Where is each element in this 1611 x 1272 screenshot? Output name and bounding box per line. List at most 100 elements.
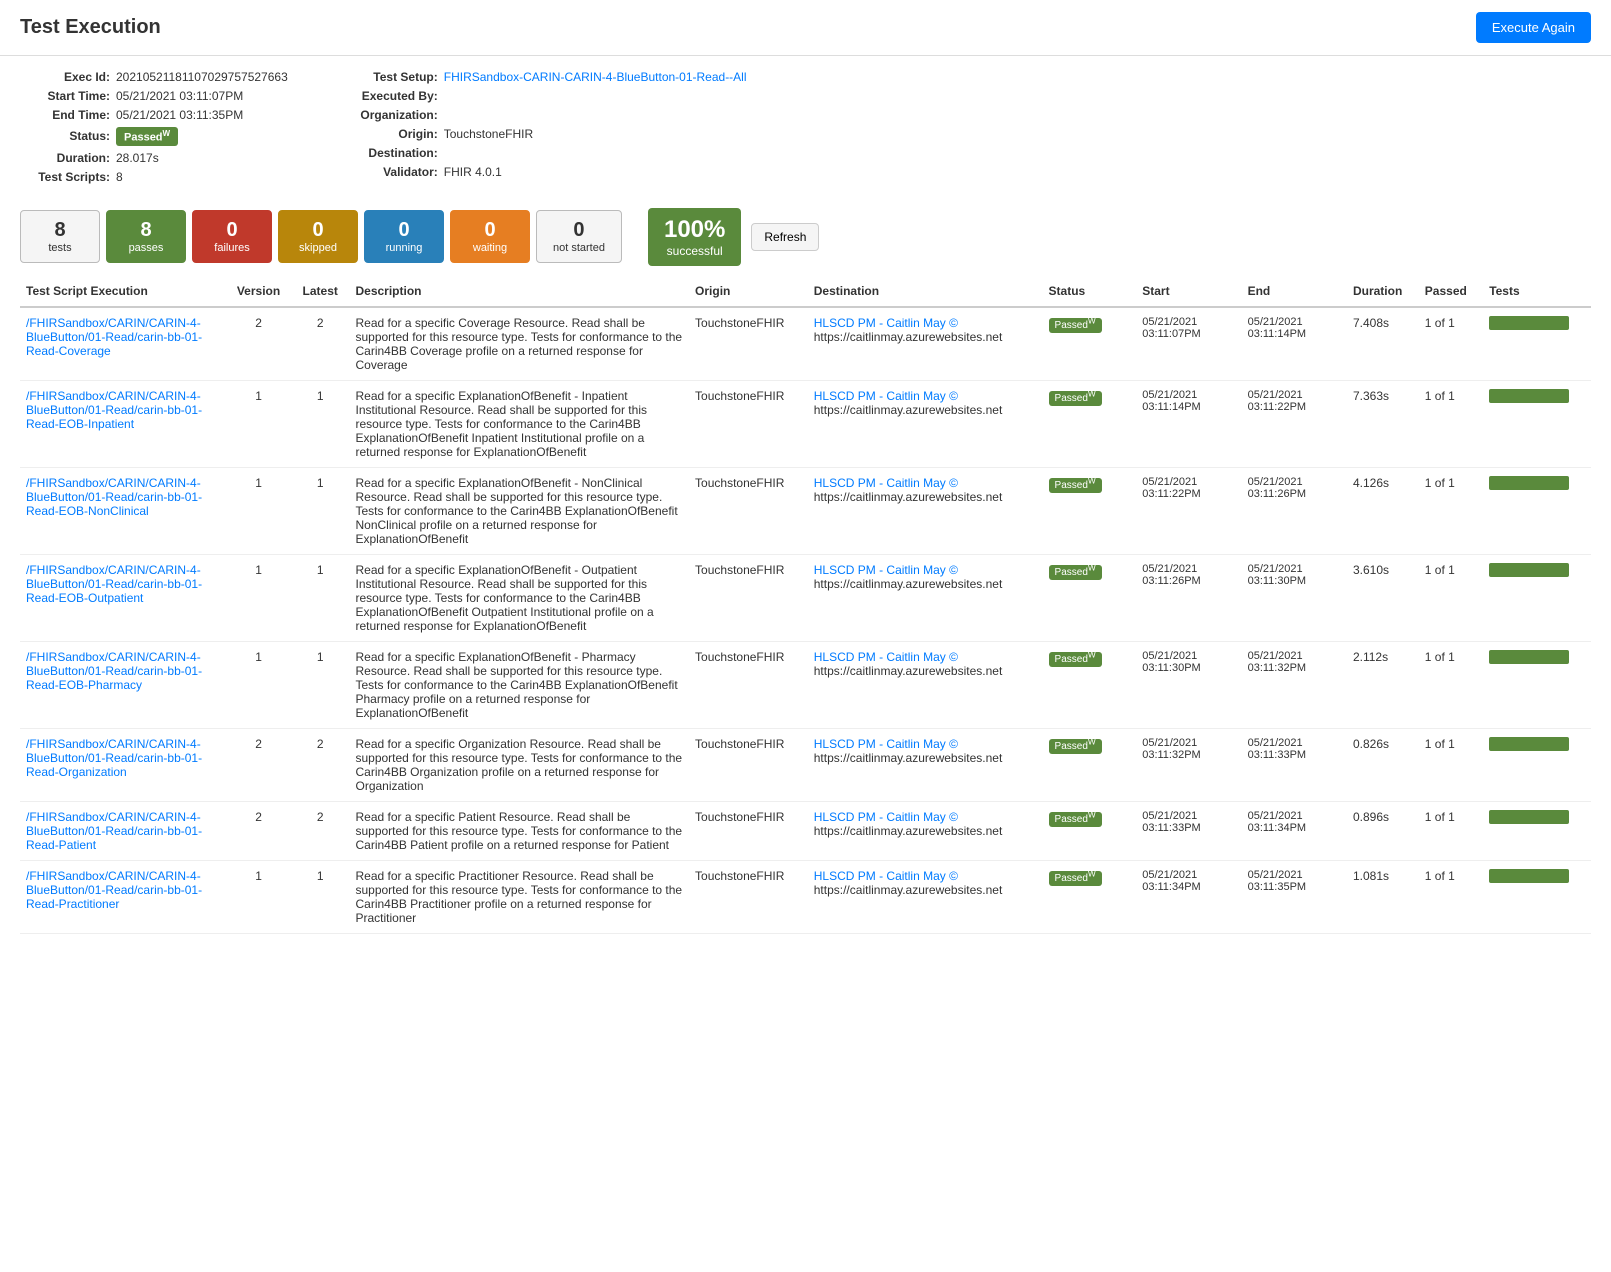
row-status-badge: PassedW <box>1049 652 1102 667</box>
origin-cell: TouchstoneFHIR <box>689 728 808 801</box>
execute-again-button[interactable]: Execute Again <box>1476 12 1591 43</box>
test-setup-row: Test Setup: FHIRSandbox-CARIN-CARIN-4-Bl… <box>348 70 747 84</box>
start-cell: 05/21/202103:11:07PM <box>1136 307 1241 381</box>
skipped-label: skipped <box>299 242 337 254</box>
duration-cell: 7.408s <box>1347 307 1419 381</box>
destination-url: https://caitlinmay.azurewebsites.net <box>814 403 1003 417</box>
status-cell: PassedW <box>1043 801 1137 860</box>
duration-cell: 0.826s <box>1347 728 1419 801</box>
row-status-badge: PassedW <box>1049 391 1102 406</box>
tests-cell <box>1483 307 1591 381</box>
destination-link[interactable]: HLSCD PM - Caitlin May © <box>814 810 958 824</box>
progress-bar-container <box>1489 810 1569 824</box>
destination-link[interactable]: HLSCD PM - Caitlin May © <box>814 389 958 403</box>
version-cell: 2 <box>226 728 291 801</box>
script-link[interactable]: /FHIRSandbox/CARIN/CARIN-4-BlueButton/01… <box>26 737 202 779</box>
destination-url: https://caitlinmay.azurewebsites.net <box>814 883 1003 897</box>
end-cell: 05/21/202103:11:30PM <box>1242 554 1347 641</box>
end-cell: 05/21/202103:11:22PM <box>1242 380 1347 467</box>
destination-url: https://caitlinmay.azurewebsites.net <box>814 751 1003 765</box>
passed-cell: 1 of 1 <box>1419 641 1483 728</box>
start-time-value: 05/21/2021 03:11:07PM <box>116 89 243 103</box>
start-cell: 05/21/202103:11:22PM <box>1136 467 1241 554</box>
description-cell: Read for a specific ExplanationOfBenefit… <box>349 641 689 728</box>
row-status-badge: PassedW <box>1049 478 1102 493</box>
passed-cell: 1 of 1 <box>1419 307 1483 381</box>
start-time-row: Start Time: 05/21/2021 03:11:07PM <box>20 89 288 103</box>
col-header-destination: Destination <box>808 276 1043 307</box>
progress-bar-container <box>1489 737 1569 751</box>
table-row: /FHIRSandbox/CARIN/CARIN-4-BlueButton/01… <box>20 801 1591 860</box>
latest-cell: 2 <box>291 728 350 801</box>
latest-cell: 2 <box>291 801 350 860</box>
origin-cell: TouchstoneFHIR <box>689 380 808 467</box>
destination-link[interactable]: HLSCD PM - Caitlin May © <box>814 650 958 664</box>
stat-waiting: 0 waiting <box>450 210 530 263</box>
meta-left: Exec Id: 20210521181107029757527663 Star… <box>20 70 288 184</box>
version-cell: 1 <box>226 554 291 641</box>
success-box: 100% successful Refresh <box>648 208 819 266</box>
destination-cell: HLSCD PM - Caitlin May © https://caitlin… <box>808 860 1043 933</box>
version-cell: 1 <box>226 380 291 467</box>
validator-value: FHIR 4.0.1 <box>444 165 502 179</box>
destination-cell: HLSCD PM - Caitlin May © https://caitlin… <box>808 380 1043 467</box>
skipped-number: 0 <box>312 219 323 242</box>
version-cell: 1 <box>226 641 291 728</box>
passed-cell: 1 of 1 <box>1419 801 1483 860</box>
test-setup-link[interactable]: FHIRSandbox-CARIN-CARIN-4-BlueButton-01-… <box>444 70 747 84</box>
waiting-label: waiting <box>473 242 507 254</box>
origin-cell: TouchstoneFHIR <box>689 307 808 381</box>
success-pct-value: 100% <box>664 216 725 244</box>
destination-link[interactable]: HLSCD PM - Caitlin May © <box>814 476 958 490</box>
script-link[interactable]: /FHIRSandbox/CARIN/CARIN-4-BlueButton/01… <box>26 316 202 358</box>
stat-not-started: 0 not started <box>536 210 622 263</box>
script-link[interactable]: /FHIRSandbox/CARIN/CARIN-4-BlueButton/01… <box>26 563 202 605</box>
failures-label: failures <box>214 242 249 254</box>
tests-cell <box>1483 801 1591 860</box>
start-cell: 05/21/202103:11:32PM <box>1136 728 1241 801</box>
destination-link[interactable]: HLSCD PM - Caitlin May © <box>814 869 958 883</box>
script-link[interactable]: /FHIRSandbox/CARIN/CARIN-4-BlueButton/01… <box>26 869 202 911</box>
destination-url: https://caitlinmay.azurewebsites.net <box>814 490 1003 504</box>
end-cell: 05/21/202103:11:35PM <box>1242 860 1347 933</box>
origin-cell: TouchstoneFHIR <box>689 860 808 933</box>
script-link[interactable]: /FHIRSandbox/CARIN/CARIN-4-BlueButton/01… <box>26 650 202 692</box>
col-header-tests: Tests <box>1483 276 1591 307</box>
destination-url: https://caitlinmay.azurewebsites.net <box>814 824 1003 838</box>
col-header-origin: Origin <box>689 276 808 307</box>
script-link[interactable]: /FHIRSandbox/CARIN/CARIN-4-BlueButton/01… <box>26 810 202 852</box>
destination-link[interactable]: HLSCD PM - Caitlin May © <box>814 737 958 751</box>
executed-by-label: Executed By: <box>348 89 438 103</box>
script-link[interactable]: /FHIRSandbox/CARIN/CARIN-4-BlueButton/01… <box>26 389 202 431</box>
passed-cell: 1 of 1 <box>1419 380 1483 467</box>
stats-bar: 8 tests 8 passes 0 failures 0 skipped 0 … <box>0 198 1611 276</box>
organization-row: Organization: <box>348 108 747 122</box>
test-scripts-label: Test Scripts: <box>20 170 110 184</box>
description-cell: Read for a specific ExplanationOfBenefit… <box>349 380 689 467</box>
origin-row: Origin: TouchstoneFHIR <box>348 127 747 141</box>
progress-bar-fill <box>1489 810 1569 824</box>
col-header-version: Version <box>226 276 291 307</box>
status-cell: PassedW <box>1043 380 1137 467</box>
progress-bar-fill <box>1489 650 1569 664</box>
exec-id-label: Exec Id: <box>20 70 110 84</box>
end-time-value: 05/21/2021 03:11:35PM <box>116 108 243 122</box>
destination-link[interactable]: HLSCD PM - Caitlin May © <box>814 316 958 330</box>
refresh-button[interactable]: Refresh <box>751 223 819 251</box>
end-cell: 05/21/202103:11:14PM <box>1242 307 1347 381</box>
exec-id-row: Exec Id: 20210521181107029757527663 <box>20 70 288 84</box>
duration-cell: 1.081s <box>1347 860 1419 933</box>
table-header-row: Test Script Execution Version Latest Des… <box>20 276 1591 307</box>
table-row: /FHIRSandbox/CARIN/CARIN-4-BlueButton/01… <box>20 307 1591 381</box>
row-status-badge: PassedW <box>1049 871 1102 886</box>
script-link[interactable]: /FHIRSandbox/CARIN/CARIN-4-BlueButton/01… <box>26 476 202 518</box>
start-cell: 05/21/202103:11:14PM <box>1136 380 1241 467</box>
status-label: Status: <box>20 129 110 143</box>
destination-url: https://caitlinmay.azurewebsites.net <box>814 330 1003 344</box>
running-number: 0 <box>398 219 409 242</box>
destination-link[interactable]: HLSCD PM - Caitlin May © <box>814 563 958 577</box>
table-row: /FHIRSandbox/CARIN/CARIN-4-BlueButton/01… <box>20 380 1591 467</box>
meta-section: Exec Id: 20210521181107029757527663 Star… <box>0 56 1611 198</box>
duration-cell: 0.896s <box>1347 801 1419 860</box>
row-status-badge: PassedW <box>1049 565 1102 580</box>
